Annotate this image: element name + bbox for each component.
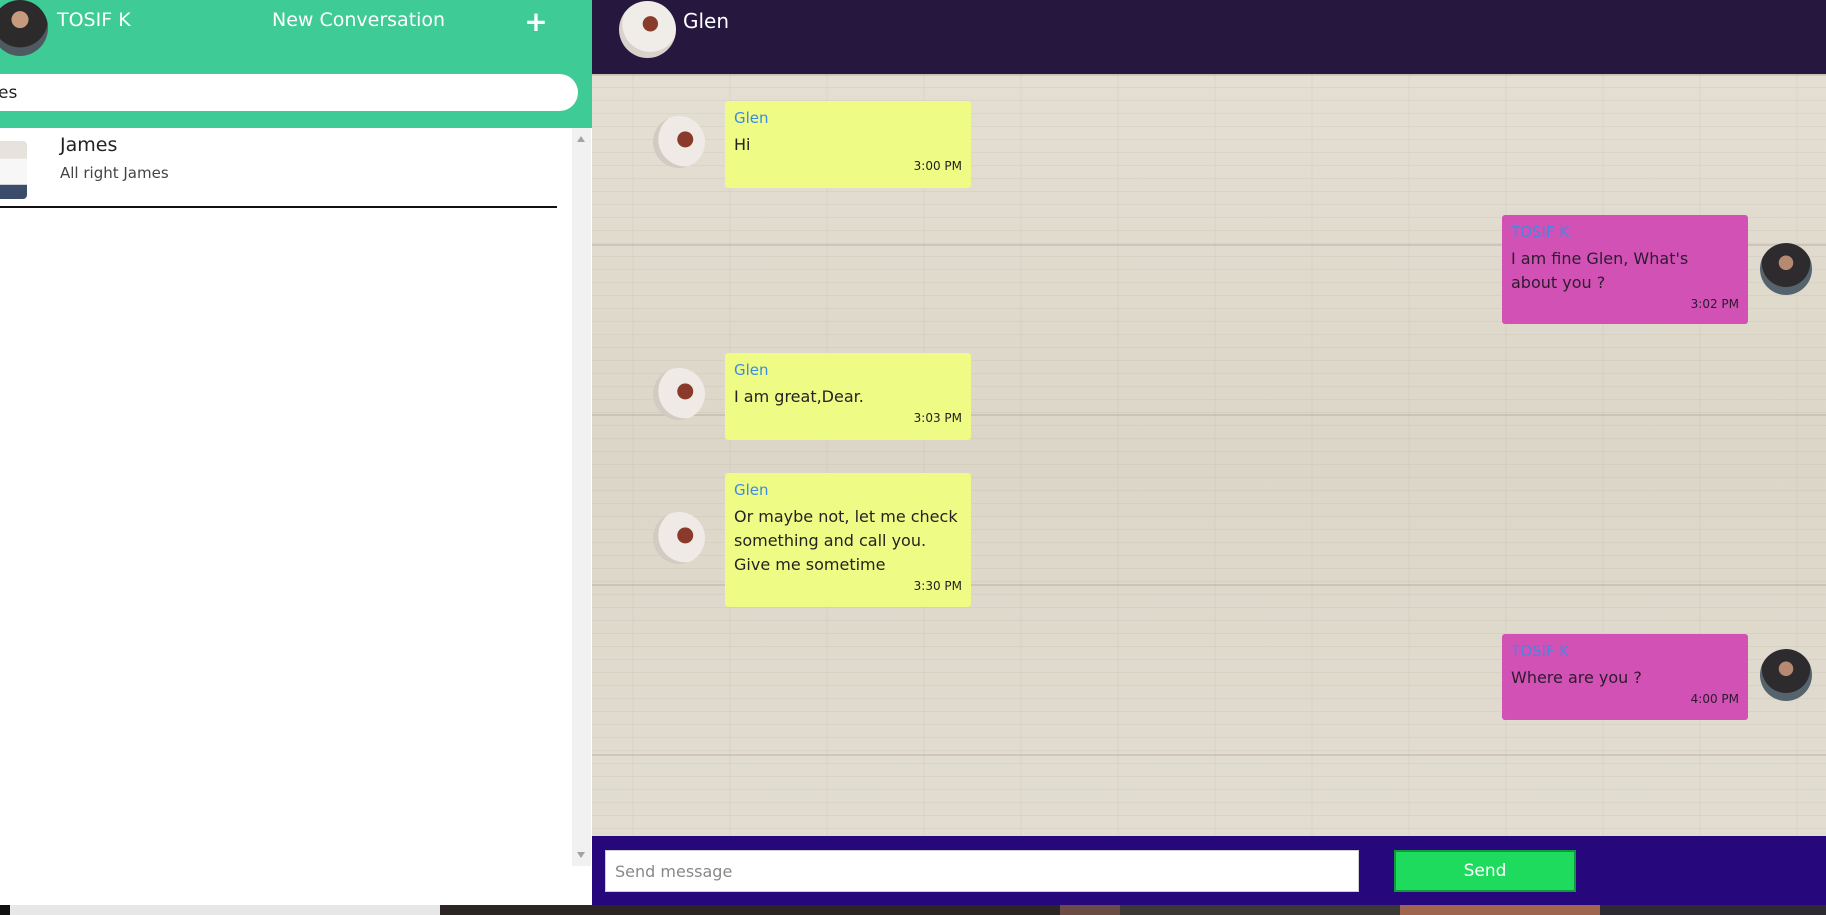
message-sender: Glen bbox=[734, 361, 769, 379]
message-text: Or maybe not, let me check something and… bbox=[734, 507, 958, 574]
message-bubble: TOSIF K I am fine Glen, What's about you… bbox=[1502, 215, 1748, 324]
sender-avatar bbox=[653, 116, 705, 168]
contact-avatar[interactable] bbox=[619, 1, 676, 58]
sender-avatar bbox=[653, 512, 705, 564]
contact-avatar bbox=[0, 141, 27, 199]
message-composer: Send bbox=[592, 836, 1826, 905]
message-input[interactable] bbox=[605, 850, 1359, 892]
message-sender: TOSIF K bbox=[1511, 642, 1570, 660]
sidebar-header: TOSIF K New Conversation + bbox=[0, 0, 592, 128]
chat-header: Glen bbox=[592, 0, 1826, 74]
sender-avatar bbox=[653, 368, 705, 420]
conversation-list: James All right James bbox=[0, 128, 572, 864]
search-input[interactable] bbox=[0, 74, 578, 111]
send-button[interactable]: Send bbox=[1394, 850, 1576, 892]
message-bubble: Glen Or maybe not, let me check somethin… bbox=[725, 473, 971, 607]
message-text: Hi bbox=[734, 135, 751, 154]
scroll-up-icon[interactable] bbox=[577, 136, 585, 142]
conversation-sidebar: TOSIF K New Conversation + James All rig… bbox=[0, 0, 592, 905]
message-list: Glen Hi 3:00 PM TOSIF K I am fine Glen, … bbox=[592, 74, 1826, 836]
scroll-down-icon[interactable] bbox=[577, 852, 585, 858]
new-conversation-label: New Conversation bbox=[272, 9, 446, 31]
message-bubble: TOSIF K Where are you ? 4:00 PM bbox=[1502, 634, 1748, 720]
user-avatar[interactable] bbox=[0, 0, 48, 56]
conversation-item-james[interactable]: James All right James bbox=[0, 128, 557, 208]
sender-avatar bbox=[1760, 649, 1812, 701]
search-box bbox=[0, 74, 578, 111]
message-time: 3:02 PM bbox=[1690, 297, 1739, 311]
conversation-preview: All right James bbox=[60, 164, 169, 182]
chat-panel: Glen Glen Hi 3:00 PM TOSIF K I am fine G… bbox=[592, 0, 1826, 905]
conversation-name: James bbox=[60, 134, 118, 156]
taskbar-strip bbox=[0, 905, 1826, 915]
message-time: 3:03 PM bbox=[913, 411, 962, 425]
message-time: 4:00 PM bbox=[1690, 692, 1739, 706]
message-bubble: Glen I am great,Dear. 3:03 PM bbox=[725, 353, 971, 440]
message-sender: TOSIF K bbox=[1511, 223, 1570, 241]
sender-avatar bbox=[1760, 243, 1812, 295]
contact-name: Glen bbox=[683, 9, 730, 33]
message-text: Where are you ? bbox=[1511, 668, 1642, 687]
plus-icon[interactable]: + bbox=[524, 4, 548, 40]
sidebar-scrollbar[interactable] bbox=[572, 128, 591, 866]
message-text: I am great,Dear. bbox=[734, 387, 864, 406]
message-time: 3:00 PM bbox=[913, 159, 962, 173]
message-time: 3:30 PM bbox=[913, 579, 962, 593]
user-name: TOSIF K bbox=[57, 9, 131, 31]
message-sender: Glen bbox=[734, 109, 769, 127]
message-bubble: Glen Hi 3:00 PM bbox=[725, 101, 971, 188]
message-text: I am fine Glen, What's about you ? bbox=[1511, 249, 1689, 292]
message-sender: Glen bbox=[734, 481, 769, 499]
